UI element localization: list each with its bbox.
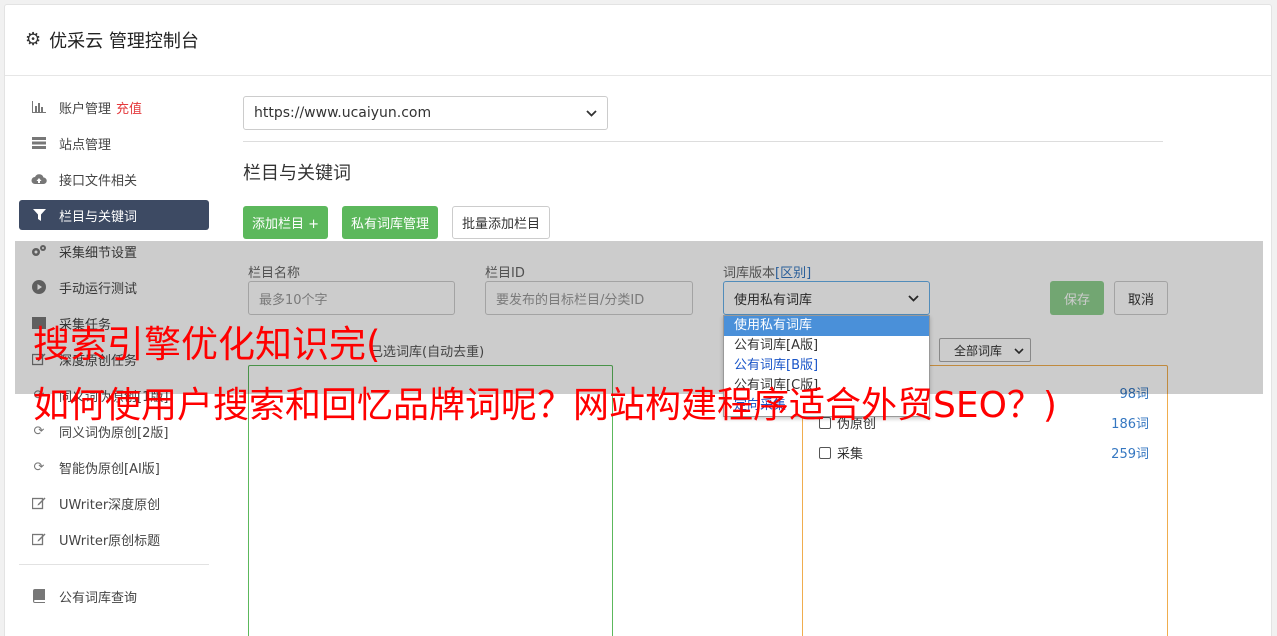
batch-add-button[interactable]: 批量添加栏目: [452, 206, 551, 239]
recharge-link[interactable]: 充值: [116, 98, 142, 117]
header: ⚙ 优采云 管理控制台: [5, 5, 1271, 76]
sidebar-divider: [19, 564, 209, 565]
server-icon: [31, 135, 47, 151]
sidebar-item-label: 公有词库查询: [59, 590, 138, 606]
book-icon: [31, 588, 47, 604]
sidebar-item-uwriter-deep[interactable]: UWriter深度原创: [19, 488, 209, 518]
dropdown-option[interactable]: 公有词库[B版]: [724, 356, 929, 376]
library-checkbox[interactable]: [819, 446, 831, 459]
sidebar-item-interface[interactable]: 接口文件相关: [19, 164, 209, 194]
sidebar-item-label: 智能伪原创[AI版]: [59, 461, 160, 477]
add-column-button[interactable]: 添加栏目 +: [243, 206, 329, 239]
sidebar-item-public-lib[interactable]: 公有词库查询: [19, 581, 209, 611]
sidebar-item-account[interactable]: 账户管理 充值: [19, 92, 209, 122]
cloud-upload-icon: [31, 171, 47, 187]
refresh-icon: ⟳: [33, 459, 45, 475]
library-name: 采集: [837, 447, 864, 462]
gear-icon: ⚙: [25, 29, 42, 50]
overlay-title-line2: 如何使用户搜索和回忆品牌词呢？网站构建程序适合外贸SEO？): [33, 385, 1057, 426]
main-content: https://www.ucaiyun.com 栏目与关键词 添加栏目 + 私有…: [243, 96, 1163, 239]
sidebar-item-label: 站点管理: [59, 137, 112, 153]
action-buttons: 添加栏目 + 私有词库管理 批量添加栏目: [243, 206, 1163, 239]
app-title: 优采云 管理控制台: [49, 31, 199, 52]
private-lib-button[interactable]: 私有词库管理: [342, 206, 439, 239]
sidebar-item-label: 接口文件相关: [59, 173, 138, 189]
sidebar-item-label: 栏目与关键词: [59, 209, 138, 225]
bar-chart-icon: [31, 99, 47, 115]
sidebar-item-label: UWriter深度原创: [59, 497, 161, 513]
site-select-value: https://www.ucaiyun.com: [254, 105, 432, 121]
library-count: 259词: [1111, 447, 1149, 462]
dropdown-option[interactable]: 使用私有词库: [724, 316, 929, 336]
edit-icon: [31, 531, 47, 547]
library-count: 186词: [1111, 417, 1149, 432]
divider: [243, 141, 1163, 142]
sidebar-item-label: UWriter原创标题: [59, 533, 161, 549]
dropdown-option[interactable]: 公有词库[A版]: [724, 336, 929, 356]
filter-icon: [31, 207, 47, 223]
section-title: 栏目与关键词: [243, 163, 351, 184]
sidebar-item-ai-rewrite[interactable]: ⟳ 智能伪原创[AI版]: [19, 452, 209, 482]
overlay-title-line1: 搜索引擎优化知识完(: [33, 323, 381, 366]
site-select[interactable]: https://www.ucaiyun.com: [243, 96, 608, 130]
sidebar-item-sites[interactable]: 站点管理: [19, 128, 209, 158]
chevron-down-icon: [586, 107, 597, 120]
library-row[interactable]: 采集 259词: [819, 443, 1149, 462]
edit-icon: [31, 495, 47, 511]
sidebar-item-columns[interactable]: 栏目与关键词: [19, 200, 209, 230]
overlay-band: [15, 241, 1263, 394]
sidebar-item-uwriter-title[interactable]: UWriter原创标题: [19, 524, 209, 554]
sidebar-item-label: 账户管理: [59, 101, 112, 117]
